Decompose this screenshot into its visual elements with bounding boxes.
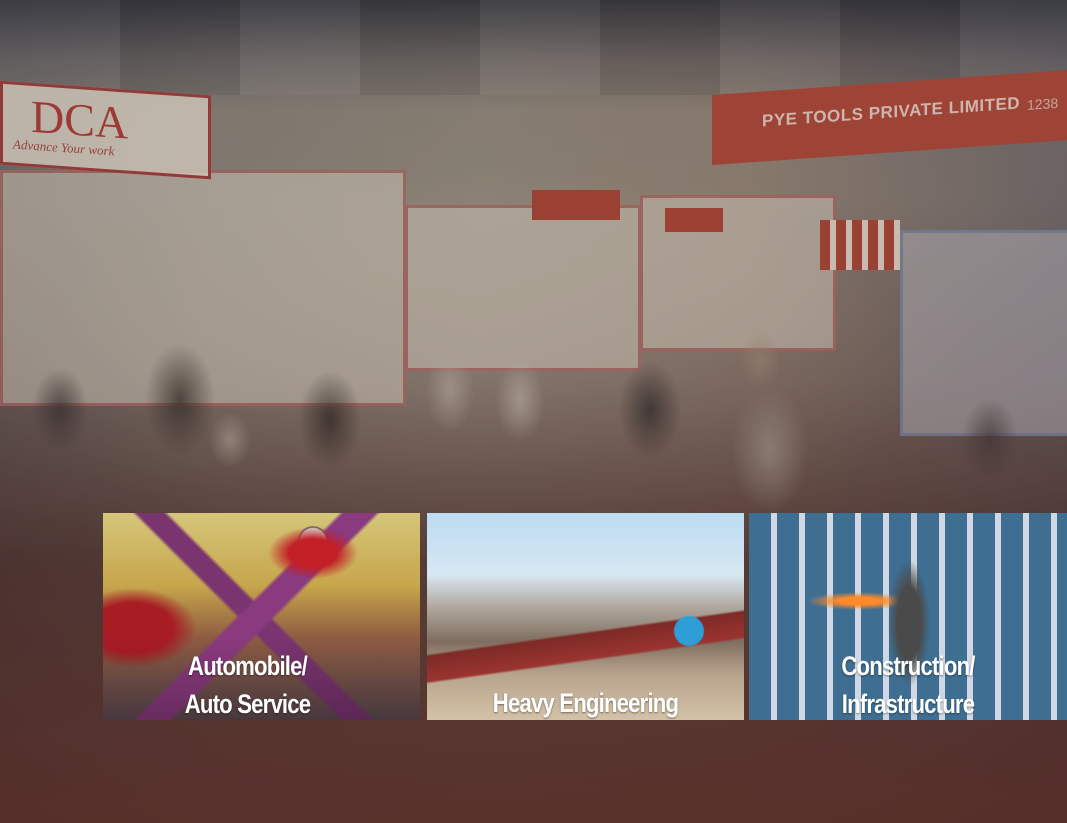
category-label-heavy-engineering: Heavy Engineering (456, 684, 716, 720)
category-label-line: Heavy Engineering (492, 688, 679, 718)
category-tile-construction[interactable]: Construction/ Infrastructure (749, 513, 1067, 720)
category-label-line: Infrastructure (841, 689, 975, 719)
category-label-automobile: Automobile/ Auto Service (106, 647, 389, 720)
category-label-line: Auto Service (184, 689, 311, 719)
category-label-line: Automobile/ (188, 651, 308, 681)
category-tile-heavy-engineering[interactable]: Heavy Engineering (427, 513, 744, 720)
category-label-line: Construction/ (841, 651, 975, 681)
category-label-construction: Construction/ Infrastructure (778, 647, 1039, 720)
category-tile-automobile[interactable]: Automobile/ Auto Service (103, 513, 420, 720)
